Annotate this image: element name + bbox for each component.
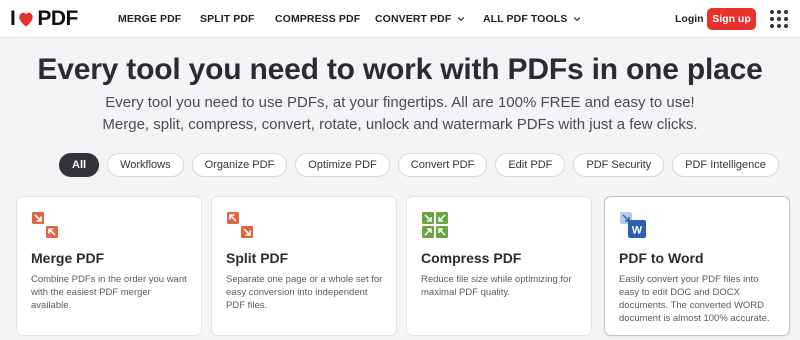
tool-card-compress-pdf[interactable]: Compress PDF Reduce file size while opti… [406,196,592,336]
filter-edit-pdf[interactable]: Edit PDF [495,153,566,177]
nav-split-pdf[interactable]: SPLIT PDF [200,13,255,25]
nav-label: ALL PDF TOOLS [483,13,568,25]
card-title: PDF to Word [619,250,704,266]
split-icon [227,212,253,238]
logo-letter-i: I [10,7,16,30]
merge-icon [32,212,58,238]
filter-optimize-pdf[interactable]: Optimize PDF [295,153,390,177]
apps-grid-icon[interactable] [770,10,788,28]
card-description: Combine PDFs in the order you want with … [31,274,187,311]
signup-button[interactable]: Sign up [707,8,756,30]
card-description: Separate one page or a whole set for eas… [226,274,383,311]
filter-convert-pdf[interactable]: Convert PDF [397,153,488,177]
filter-workflows[interactable]: Workflows [107,153,184,177]
card-title: Compress PDF [421,250,522,266]
tool-card-merge-pdf[interactable]: Merge PDF Combine PDFs in the order you … [16,196,202,336]
nav-label: CONVERT PDF [375,13,452,25]
nav-merge-pdf[interactable]: MERGE PDF [118,13,181,25]
nav-compress-pdf[interactable]: COMPRESS PDF [275,13,360,25]
page-title: Every tool you need to work with PDFs in… [37,53,763,86]
top-header: I PDF MERGE PDF SPLIT PDF COMPRESS PDF C… [0,0,800,38]
filter-pdf-intelligence[interactable]: PDF Intelligence [672,153,779,177]
chevron-down-icon [574,17,581,22]
card-title: Split PDF [226,250,289,266]
nav-label: SPLIT PDF [200,13,255,25]
heart-icon [19,12,34,27]
nav-label: MERGE PDF [118,13,182,25]
ilovepdf-logo[interactable]: I PDF [10,7,78,31]
card-description: Reduce file size while optimizing for ma… [421,274,572,298]
nav-all-pdf-tools[interactable]: ALL PDF TOOLS [483,13,581,25]
nav-label: COMPRESS PDF [275,13,361,25]
filter-organize-pdf[interactable]: Organize PDF [191,153,288,177]
nav-convert-pdf[interactable]: CONVERT PDF [375,13,465,25]
tool-card-split-pdf[interactable]: Split PDF Separate one page or a whole s… [211,196,397,336]
tool-card-pdf-to-word[interactable]: W PDF to Word Easily convert your PDF fi… [604,196,790,336]
filter-all[interactable]: All [59,153,100,177]
chevron-down-icon [458,17,465,22]
filter-pdf-security[interactable]: PDF Security [573,153,665,177]
logo-text-pdf: PDF [37,7,78,30]
word-icon-letter: W [632,225,643,237]
card-description: Easily convert your PDF files into easy … [619,274,770,324]
login-link[interactable]: Login [675,13,704,25]
word-icon: W [620,212,646,238]
page-subtitle: Every tool you need to use PDFs, at your… [102,94,698,133]
compress-icon [422,212,448,238]
tool-filter-bar: All Workflows Organize PDF Optimize PDF … [59,153,779,177]
card-title: Merge PDF [31,250,105,266]
